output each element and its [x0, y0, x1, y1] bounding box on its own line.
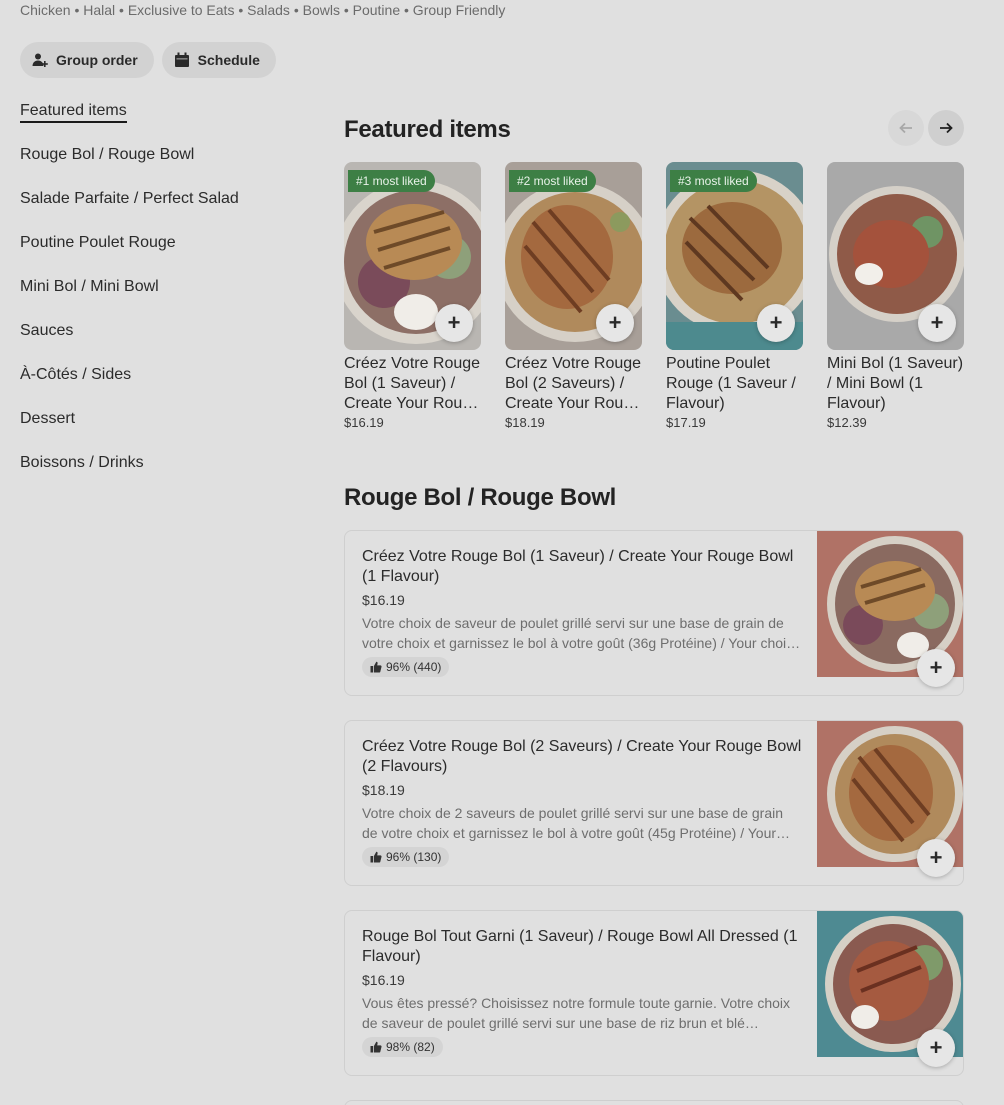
store-actions: Group order Schedule	[20, 42, 276, 78]
featured-item-image: #1 most liked +	[344, 162, 481, 350]
featured-item-price: $16.19	[344, 415, 384, 430]
sidebar-item-label: Sauces	[20, 322, 74, 339]
featured-item-card[interactable]: #3 most liked + Poutine Poulet Rouge (1 …	[666, 162, 803, 430]
menu-item-name: Rouge Bol Tout Garni (1 Saveur) / Rouge …	[362, 928, 798, 965]
group-order-label: Group order	[56, 52, 138, 68]
menu-item-price: $16.19	[362, 972, 405, 988]
add-to-cart-button[interactable]: +	[757, 304, 795, 342]
featured-item-card[interactable]: #1 most liked + Créez Votre Rouge Bol (1…	[344, 162, 481, 430]
plus-icon: +	[769, 310, 783, 335]
sidebar-item-dessert[interactable]: Dessert	[20, 408, 300, 452]
thumbs-up-icon	[370, 851, 382, 863]
menu-item-card[interactable]	[344, 1100, 964, 1105]
menu-item-details: Rouge Bol Tout Garni (1 Saveur) / Rouge …	[362, 927, 802, 1058]
menu-item-price: $18.19	[362, 782, 405, 798]
menu-item-card[interactable]: Créez Votre Rouge Bol (1 Saveur) / Creat…	[344, 530, 964, 696]
plus-icon: +	[929, 1035, 943, 1060]
featured-section-title: Featured items	[344, 116, 511, 143]
menu-item-card[interactable]: Rouge Bol Tout Garni (1 Saveur) / Rouge …	[344, 910, 964, 1076]
most-liked-badge: #3 most liked	[670, 170, 757, 192]
add-to-cart-button[interactable]: +	[918, 304, 956, 342]
rouge-bowl-section-title: Rouge Bol / Rouge Bowl	[344, 484, 617, 511]
store-tags: Chicken • Halal • Exclusive to Eats • Sa…	[20, 2, 506, 18]
menu-category-nav: Featured items Rouge Bol / Rouge Bowl Sa…	[20, 100, 300, 496]
menu-item-description: Votre choix de saveur de poulet grillé s…	[362, 615, 801, 651]
arrow-left-icon	[899, 122, 912, 134]
sidebar-item-label: Salade Parfaite / Perfect Salad	[20, 190, 239, 207]
menu-item-price: $16.19	[362, 592, 405, 608]
schedule-button[interactable]: Schedule	[161, 42, 276, 78]
plus-icon: +	[929, 655, 943, 680]
sidebar-item-poutine[interactable]: Poutine Poulet Rouge	[20, 232, 300, 276]
carousel-prev-button[interactable]	[888, 110, 924, 146]
menu-item-details: Créez Votre Rouge Bol (1 Saveur) / Creat…	[362, 547, 802, 678]
rating-badge: 96% (130)	[362, 847, 450, 867]
rating-badge: 96% (440)	[362, 657, 450, 677]
menu-item-description: Votre choix de 2 saveurs de poulet grill…	[362, 805, 784, 841]
sidebar-item-rouge-bowl[interactable]: Rouge Bol / Rouge Bowl	[20, 144, 300, 188]
rating-text: 98% (82)	[386, 1040, 435, 1054]
sidebar-item-label: Boissons / Drinks	[20, 454, 144, 471]
featured-item-name: Créez Votre Rouge Bol (2 Saveurs) / Crea…	[505, 355, 642, 412]
sidebar-item-label: Poutine Poulet Rouge	[20, 234, 176, 251]
add-to-cart-button[interactable]: +	[435, 304, 473, 342]
featured-item-card[interactable]: #2 most liked + Créez Votre Rouge Bol (2…	[505, 162, 642, 430]
featured-item-price: $18.19	[505, 415, 545, 430]
plus-icon: +	[608, 310, 622, 335]
sidebar-item-label: Rouge Bol / Rouge Bowl	[20, 146, 195, 163]
menu-item-card[interactable]: Créez Votre Rouge Bol (2 Saveurs) / Crea…	[344, 720, 964, 886]
most-liked-badge: #2 most liked	[509, 170, 596, 192]
thumbs-up-icon	[370, 1041, 382, 1053]
sidebar-item-label: Dessert	[20, 410, 76, 427]
group-order-button[interactable]: Group order	[20, 42, 154, 78]
sidebar-item-featured[interactable]: Featured items	[20, 100, 300, 144]
sidebar-item-sides[interactable]: À-Côtés / Sides	[20, 364, 300, 408]
rating-text: 96% (130)	[386, 850, 442, 864]
rouge-bowl-item-list: Créez Votre Rouge Bol (1 Saveur) / Creat…	[344, 530, 964, 1100]
sidebar-item-mini-bowl[interactable]: Mini Bol / Mini Bowl	[20, 276, 300, 320]
featured-item-image: #2 most liked +	[505, 162, 642, 350]
plus-icon: +	[930, 310, 944, 335]
featured-item-image: #3 most liked +	[666, 162, 803, 350]
featured-item-image: +	[827, 162, 964, 350]
sidebar-item-perfect-salad[interactable]: Salade Parfaite / Perfect Salad	[20, 188, 300, 232]
plus-icon: +	[447, 310, 461, 335]
add-to-cart-button[interactable]: +	[596, 304, 634, 342]
thumbs-up-icon	[370, 661, 382, 673]
featured-item-name: Créez Votre Rouge Bol (1 Saveur) / Creat…	[344, 355, 481, 412]
schedule-label: Schedule	[197, 52, 260, 68]
featured-item-name: Poutine Poulet Rouge (1 Saveur / Flavour…	[666, 355, 796, 412]
menu-item-name: Créez Votre Rouge Bol (1 Saveur) / Creat…	[362, 548, 794, 585]
add-person-icon	[32, 53, 48, 67]
plus-icon: +	[929, 845, 943, 870]
rating-text: 96% (440)	[386, 660, 442, 674]
arrow-right-icon	[940, 122, 953, 134]
most-liked-badge: #1 most liked	[348, 170, 435, 192]
featured-item-price: $12.39	[827, 415, 867, 430]
sidebar-item-label: Mini Bol / Mini Bowl	[20, 278, 159, 295]
featured-carousel: #1 most liked + Créez Votre Rouge Bol (1…	[344, 162, 964, 430]
featured-item-price: $17.19	[666, 415, 706, 430]
sidebar-item-label: À-Côtés / Sides	[20, 366, 132, 383]
rating-badge: 98% (82)	[362, 1037, 443, 1057]
add-to-cart-button[interactable]: +	[917, 1029, 955, 1067]
sidebar-item-drinks[interactable]: Boissons / Drinks	[20, 452, 300, 496]
calendar-icon	[174, 52, 189, 67]
carousel-next-button[interactable]	[928, 110, 964, 146]
sidebar-item-label: Featured items	[20, 102, 127, 123]
sidebar-item-sauces[interactable]: Sauces	[20, 320, 300, 364]
add-to-cart-button[interactable]: +	[917, 649, 955, 687]
menu-item-details: Créez Votre Rouge Bol (2 Saveurs) / Crea…	[362, 737, 802, 868]
menu-item-name: Créez Votre Rouge Bol (2 Saveurs) / Crea…	[362, 738, 802, 775]
add-to-cart-button[interactable]: +	[917, 839, 955, 877]
featured-item-name: Mini Bol (1 Saveur) / Mini Bowl (1 Flavo…	[827, 355, 964, 412]
featured-item-card[interactable]: + Mini Bol (1 Saveur) / Mini Bowl (1 Fla…	[827, 162, 964, 430]
menu-item-description: Vous êtes pressé? Choisissez notre formu…	[362, 995, 791, 1031]
